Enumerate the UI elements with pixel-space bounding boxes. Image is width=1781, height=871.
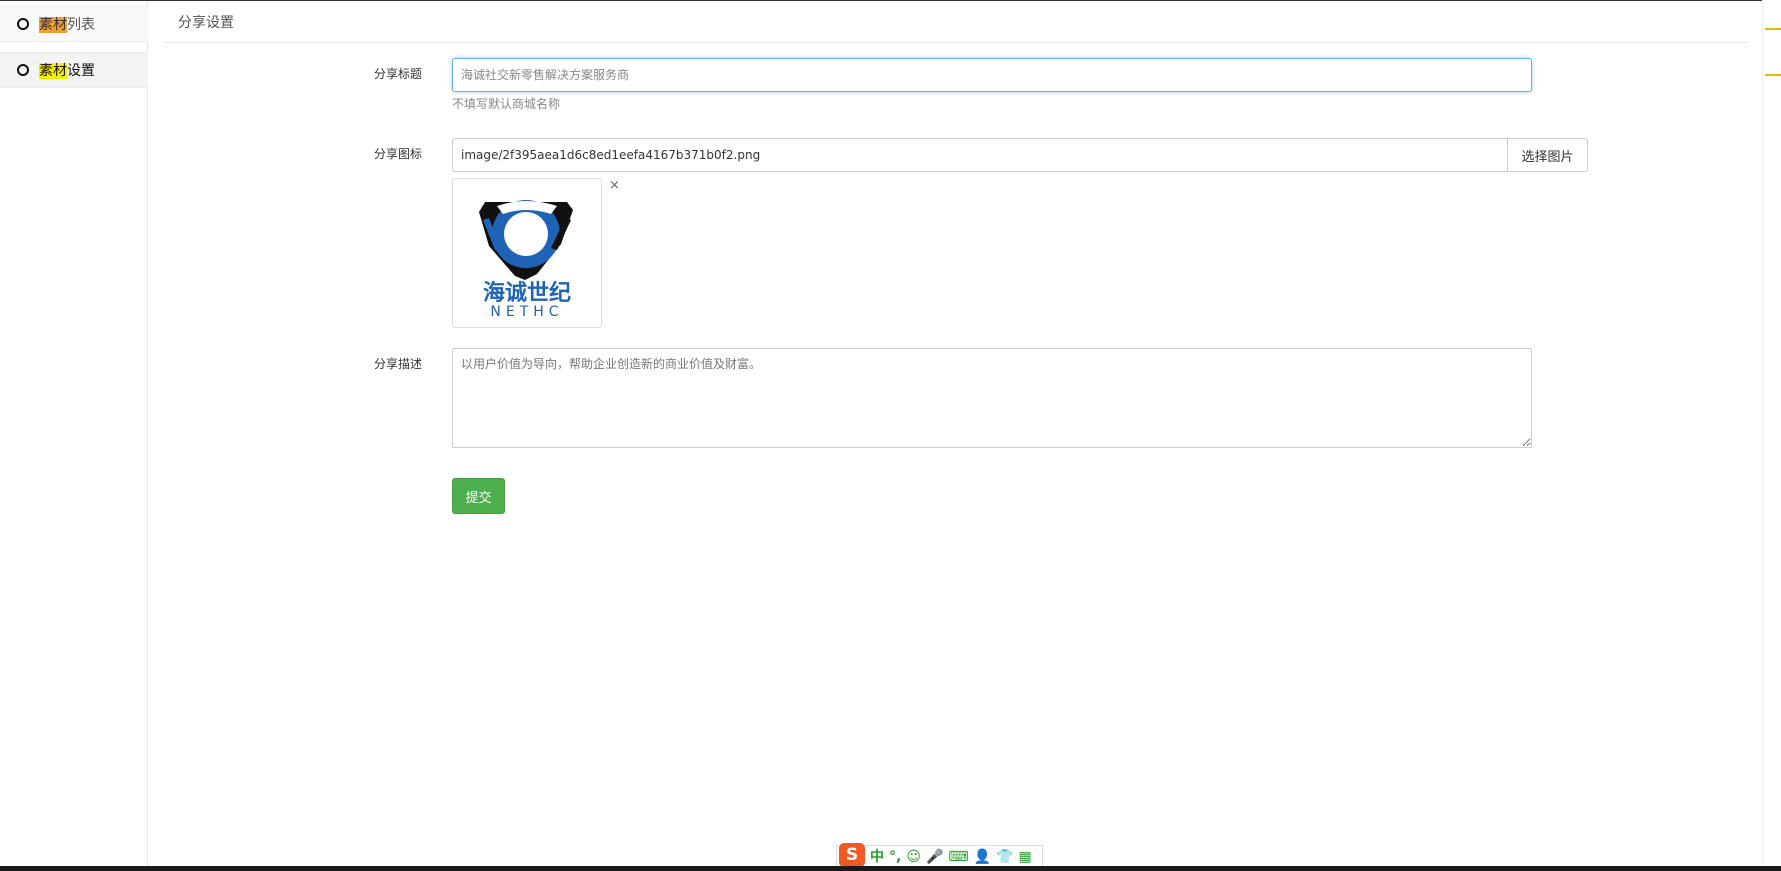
bottom-border xyxy=(0,866,1781,871)
title-divider xyxy=(164,42,1748,43)
ime-punct-icon[interactable]: °, xyxy=(889,850,901,864)
share-desc-label: 分享描述 xyxy=(374,357,423,371)
share-icon-label: 分享图标 xyxy=(374,147,423,161)
svg-text:NETHC: NETHC xyxy=(490,304,563,318)
ime-skin-icon[interactable]: 👕 xyxy=(996,850,1013,864)
ime-user-icon[interactable]: 👤 xyxy=(974,850,991,864)
sidebar-item-material-settings[interactable]: 素材设置 xyxy=(0,52,148,88)
top-border xyxy=(0,0,1781,1)
marker-line xyxy=(1765,74,1781,76)
circle-icon xyxy=(17,18,29,30)
sidebar-item-label: 素材列表 xyxy=(39,17,95,33)
marker-line xyxy=(1765,28,1781,30)
ime-voice-icon[interactable]: 🎤 xyxy=(926,850,943,864)
sidebar: 素材列表 素材设置 xyxy=(0,1,148,866)
page-title: 分享设置 xyxy=(178,15,234,31)
ime-keyboard-icon[interactable]: ⌨ xyxy=(948,850,968,864)
pick-image-button[interactable]: 选择图片 xyxy=(1507,138,1588,172)
sidebar-item-material-list[interactable]: 素材列表 xyxy=(0,6,148,42)
submit-button[interactable]: 提交 xyxy=(452,478,505,514)
share-title-hint: 不填写默认商城名称 xyxy=(452,97,561,111)
svg-text:海诚世纪: 海诚世纪 xyxy=(483,280,571,306)
share-title-input[interactable] xyxy=(452,58,1532,92)
share-icon-thumbnail: 海诚世纪 NETHC xyxy=(452,178,602,328)
ime-toolbox-icon[interactable]: ▦ xyxy=(1018,850,1031,864)
share-desc-textarea[interactable] xyxy=(452,348,1532,448)
ime-toolbar: S 中 °, ☺ 🎤 ⌨ 👤 👕 ▦ xyxy=(836,842,1043,867)
share-icon-group: 选择图片 xyxy=(452,138,1588,172)
ime-lang-icon[interactable]: 中 xyxy=(870,850,884,864)
circle-icon xyxy=(17,64,29,76)
remove-image-icon[interactable]: × xyxy=(609,178,620,193)
sidebar-item-label: 素材设置 xyxy=(39,63,95,79)
share-icon-path-input[interactable] xyxy=(452,138,1507,172)
sogou-logo-icon[interactable]: S xyxy=(839,842,865,867)
ime-emoji-icon[interactable]: ☺ xyxy=(906,850,921,864)
right-scroll-strip[interactable] xyxy=(1762,0,1781,866)
nethc-logo-icon: 海诚世纪 NETHC xyxy=(479,200,573,318)
share-title-label: 分享标题 xyxy=(374,67,423,81)
